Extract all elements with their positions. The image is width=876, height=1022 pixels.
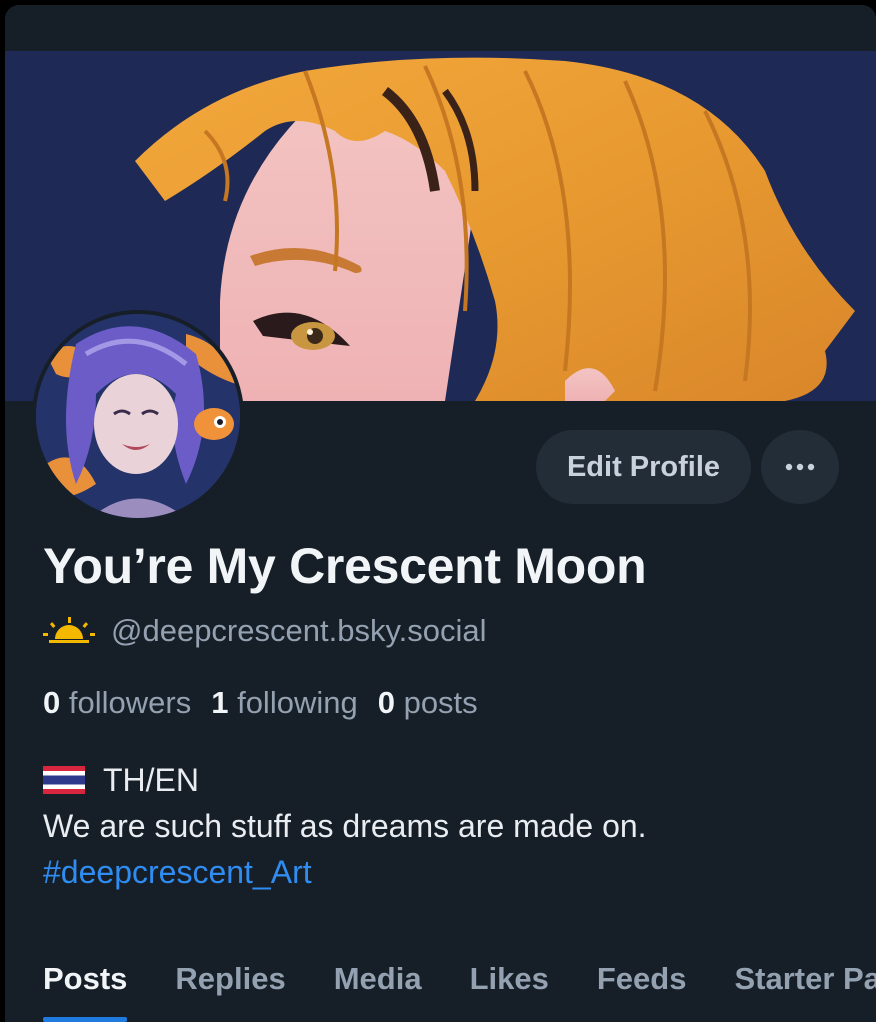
posts-count: 0 — [377, 685, 395, 720]
stats-row: 0 followers 1 following 0 posts — [43, 683, 498, 723]
thailand-flag-icon — [43, 766, 85, 794]
posts-label: posts — [403, 685, 478, 720]
following-stat[interactable]: 1 following — [211, 685, 358, 721]
tab-starter-packs[interactable]: Starter Packs — [734, 949, 876, 1009]
tab-feeds[interactable]: Feeds — [597, 949, 687, 1009]
top-bar — [5, 5, 876, 51]
followers-stat[interactable]: 0 followers — [43, 685, 191, 721]
sunrise-icon — [43, 617, 95, 643]
bio-language: TH/EN — [103, 762, 199, 798]
tab-media[interactable]: Media — [334, 949, 422, 1009]
profile-tabs: Posts Replies Media Likes Feeds Starter … — [43, 949, 876, 1022]
profile-bio: TH/EN We are such stuff as dreams are ma… — [43, 757, 647, 895]
avatar[interactable] — [32, 310, 244, 522]
edit-profile-button[interactable]: Edit Profile — [536, 430, 751, 504]
handle-text: @deepcrescent.bsky.social — [111, 613, 487, 648]
handle-row: @deepcrescent.bsky.social — [43, 611, 487, 651]
bio-hashtag-link[interactable]: #deepcrescent_Art — [43, 849, 312, 895]
profile-screen: Edit Profile You’re My Crescent Moon @de… — [5, 5, 876, 1022]
more-options-button[interactable] — [761, 430, 839, 504]
tab-likes[interactable]: Likes — [470, 949, 549, 1009]
avatar-artwork — [36, 314, 240, 518]
bio-text: We are such stuff as dreams are made on. — [43, 808, 647, 844]
tab-posts[interactable]: Posts — [43, 949, 128, 1022]
followers-count: 0 — [43, 685, 61, 720]
following-count: 1 — [211, 685, 229, 720]
tab-replies[interactable]: Replies — [175, 949, 285, 1009]
following-label: following — [237, 685, 358, 720]
ellipsis-icon — [785, 463, 815, 471]
display-name: You’re My Crescent Moon — [43, 538, 647, 594]
posts-stat: 0 posts — [378, 685, 478, 721]
followers-label: followers — [68, 685, 192, 720]
